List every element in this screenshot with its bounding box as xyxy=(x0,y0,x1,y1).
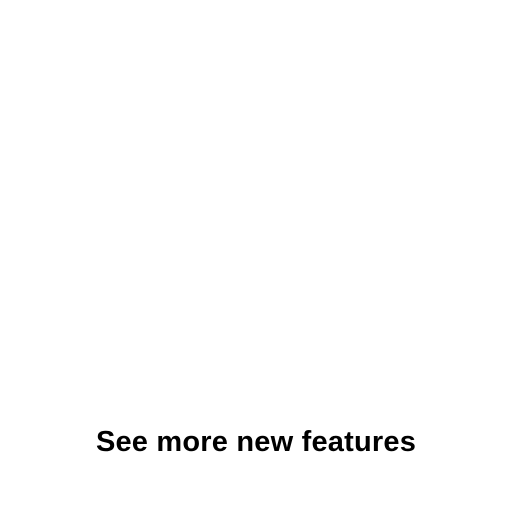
blank-content-area xyxy=(0,0,512,400)
page: See more new features xyxy=(0,0,512,512)
see-more-new-features-link[interactable]: See more new features xyxy=(0,420,512,464)
